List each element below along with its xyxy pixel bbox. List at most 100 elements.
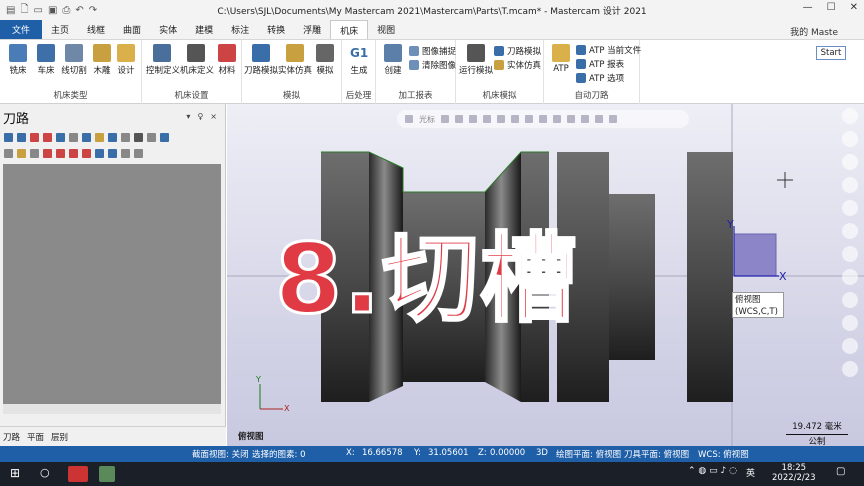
g1-small-icon[interactable] (108, 132, 117, 142)
toolpath-list[interactable] (3, 164, 221, 404)
horizontal-scrollbar[interactable] (3, 404, 221, 414)
top-view-icon[interactable] (842, 246, 858, 262)
print-icon[interactable]: ⎙ (62, 5, 70, 16)
panel-menu-button[interactable]: ▾ (186, 112, 190, 121)
tab-machine[interactable]: 机床 (330, 20, 369, 39)
mill-button[interactable]: 铣床 (4, 44, 32, 76)
open-folder-icon[interactable]: ▭ (34, 5, 43, 16)
sim-icon[interactable] (82, 132, 91, 142)
close-button[interactable]: ✕ (850, 2, 858, 13)
wcs-status[interactable]: WCS: 俯视图 (698, 448, 749, 460)
search-icon[interactable]: ○ (40, 466, 50, 479)
tab-planes[interactable]: 平面 (24, 427, 48, 446)
redo-icon[interactable]: ↷ (89, 5, 97, 16)
app-taskbar-icon[interactable] (99, 466, 115, 482)
user-account[interactable]: 我的 Maste (790, 25, 838, 38)
save-icon[interactable]: ▣ (48, 5, 57, 16)
tab-solid[interactable]: 实体 (150, 20, 186, 39)
shade-icon[interactable] (842, 315, 858, 331)
fit-icon[interactable] (842, 200, 858, 216)
clear-color-icon[interactable] (842, 361, 858, 377)
tray-icons[interactable]: ⌃ ◍ ▭ ♪ ◌ (688, 466, 737, 476)
construction-plane[interactable]: 绘图平面: 俯视图 (556, 448, 621, 460)
maximize-button[interactable]: ☐ (827, 2, 836, 13)
section-view-status[interactable]: 截面视图: 关闭 (192, 448, 249, 460)
tab-surface[interactable]: 曲面 (114, 20, 150, 39)
options-icon[interactable] (121, 148, 130, 158)
right-view-icon[interactable] (842, 292, 858, 308)
undo-icon[interactable]: ↶ (75, 5, 83, 16)
toggle-display-icon[interactable] (17, 148, 26, 158)
tab-wireframe[interactable]: 线框 (78, 20, 114, 39)
insert-arrow-icon[interactable] (69, 148, 78, 158)
material-button[interactable]: 材料 (214, 44, 240, 76)
scroll-icon[interactable] (82, 148, 91, 158)
solid-sim-button[interactable]: 实体仿真 (278, 44, 312, 76)
zoom-out-icon[interactable] (842, 177, 858, 193)
move-up-icon[interactable] (56, 148, 65, 158)
select-op-icon[interactable] (17, 132, 26, 142)
tab-dimension[interactable]: 标注 (222, 20, 258, 39)
tab-model[interactable]: 建模 (186, 20, 222, 39)
backplot-icon[interactable] (56, 132, 65, 142)
start-button[interactable]: Start (816, 46, 846, 60)
clear-image-button[interactable]: 清除图像 (409, 59, 456, 71)
control-def-button[interactable]: 控制定义 (146, 44, 180, 76)
tab-home[interactable]: 主页 (42, 20, 78, 39)
verify-icon[interactable] (69, 132, 78, 142)
tools-icon[interactable] (134, 148, 143, 158)
panel-close-button[interactable]: × (210, 112, 217, 121)
post-generate-button[interactable]: G1 生成 (345, 44, 373, 76)
mode-3d[interactable]: 3D (536, 448, 548, 458)
panel-pin-button[interactable]: ♀ (197, 112, 203, 121)
regen-dirty-icon[interactable] (43, 132, 52, 142)
tab-toolpaths[interactable]: 刀路 (0, 427, 24, 446)
create-report-button[interactable]: 创建 (379, 44, 407, 76)
regen-icon[interactable] (30, 132, 39, 142)
tool-plane[interactable]: 刀具平面: 俯视图 (624, 448, 689, 460)
delete-icon[interactable] (134, 132, 143, 142)
machine-solid-sim-button[interactable]: 实体仿真 (494, 59, 541, 71)
front-view-icon[interactable] (842, 269, 858, 285)
lock-op-icon[interactable] (4, 148, 13, 158)
select-all-icon[interactable] (4, 132, 13, 142)
machine-toolpath-sim-button[interactable]: 刀路模拟 (494, 45, 541, 57)
help-icon[interactable] (160, 132, 169, 142)
mastercam-taskbar-icon[interactable] (68, 466, 88, 482)
tab-levels[interactable]: 层别 (48, 427, 72, 446)
design-button[interactable]: 设计 (112, 44, 140, 76)
post-icon[interactable] (95, 132, 104, 142)
lock-icon[interactable] (147, 132, 156, 142)
show-op-icon[interactable] (108, 148, 117, 158)
atp-options-button[interactable]: ATP 选项 (576, 72, 624, 84)
clock[interactable]: 18:25 2022/2/23 (772, 463, 816, 483)
gear-icon[interactable] (842, 108, 858, 124)
atp-report-button[interactable]: ATP 报表 (576, 58, 624, 70)
z-coordinate[interactable]: 0.00000 (490, 448, 525, 458)
tab-file[interactable]: 文件 (0, 20, 43, 39)
toolpath-sim-button[interactable]: 刀路模拟 (244, 44, 278, 76)
wire-button[interactable]: 线切割 (60, 44, 88, 76)
minimize-button[interactable]: — (803, 2, 813, 13)
atp-button[interactable]: ATP (547, 44, 575, 74)
tab-relief[interactable]: 浮雕 (294, 20, 330, 39)
input-language[interactable]: 英 (746, 466, 755, 479)
tab-transform[interactable]: 转换 (258, 20, 294, 39)
zoom-in-icon[interactable] (842, 154, 858, 170)
tab-view[interactable]: 视图 (368, 20, 404, 39)
run-sim-button[interactable]: 运行模拟 (459, 44, 493, 76)
machine-def-button[interactable]: 机床定义 (180, 44, 214, 76)
toggle-post-icon[interactable] (30, 148, 39, 158)
new-file-icon[interactable]: 🗋 (20, 2, 28, 19)
stop-icon[interactable] (842, 131, 858, 147)
iso-view-icon[interactable] (842, 223, 858, 239)
move-down-icon[interactable] (43, 148, 52, 158)
simulate-button[interactable]: 模拟 (312, 44, 338, 76)
notification-icon[interactable]: ▢ (836, 466, 845, 477)
highfeed-icon[interactable] (121, 132, 130, 142)
atp-current-file-button[interactable]: ATP 当前文件 (576, 44, 641, 56)
windows-start-icon[interactable]: ⊞ (10, 466, 20, 480)
wireframe-icon[interactable] (842, 338, 858, 354)
lathe-button[interactable]: 车床 (32, 44, 60, 76)
single-op-icon[interactable] (95, 148, 104, 158)
